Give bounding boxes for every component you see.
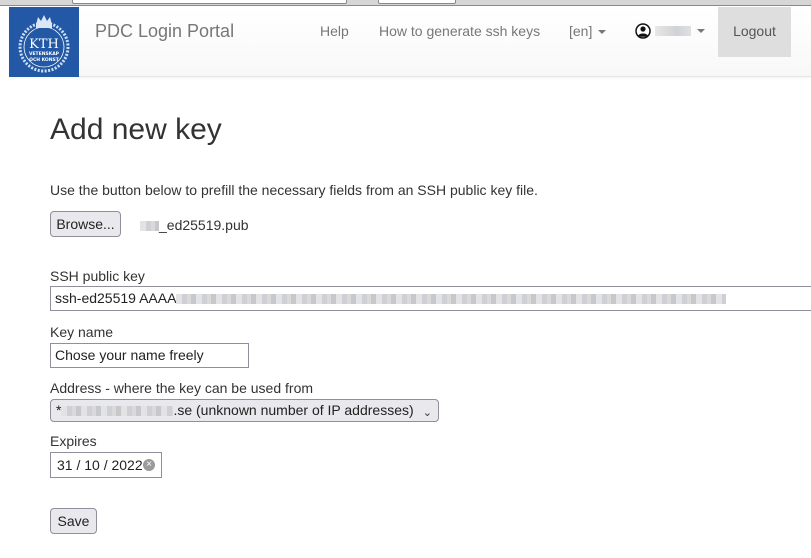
svg-text:KTH: KTH bbox=[29, 37, 59, 52]
file-name-suffix: _ed25519.pub bbox=[159, 217, 249, 233]
user-dropdown[interactable] bbox=[635, 22, 705, 40]
browser-address-field[interactable] bbox=[72, 0, 347, 4]
browser-search-field[interactable] bbox=[378, 0, 456, 4]
kth-logo-icon: KTH VETENSKAP OCH KONST bbox=[18, 15, 70, 73]
username-redacted bbox=[654, 26, 691, 37]
ssh-key-label: SSH public key bbox=[50, 268, 145, 284]
svg-text:VETENSKAP: VETENSKAP bbox=[29, 51, 60, 57]
svg-text:OCH KONST: OCH KONST bbox=[29, 57, 60, 63]
nav-link-generate-ssh-keys[interactable]: How to generate ssh keys bbox=[379, 23, 540, 39]
expires-date-input[interactable]: 31 / 10 / 2022 × bbox=[50, 452, 162, 478]
browser-toolbar-strip bbox=[0, 0, 811, 6]
chevron-down-icon: ⌄ bbox=[422, 407, 432, 419]
key-name-input[interactable]: Chose your name freely bbox=[50, 343, 249, 368]
ssh-key-redacted bbox=[176, 294, 727, 305]
caret-down-icon bbox=[598, 30, 607, 35]
language-label: [en] bbox=[569, 23, 593, 39]
address-label: Address - where the key can be used from bbox=[50, 380, 314, 396]
expires-label: Expires bbox=[50, 433, 97, 449]
clear-date-icon[interactable]: × bbox=[143, 459, 155, 471]
ssh-public-key-input[interactable]: ssh-ed25519 AAAA bbox=[50, 286, 811, 311]
page-title: Add new key bbox=[50, 113, 222, 146]
navbar: KTH VETENSKAP OCH KONST PDC Login Portal… bbox=[9, 7, 811, 77]
address-select[interactable]: * .se (unknown number of IP addresses) ⌄ bbox=[50, 399, 439, 422]
file-name-redacted bbox=[140, 221, 159, 232]
expires-date-value: 31 / 10 / 2022 bbox=[57, 457, 143, 473]
key-name-label: Key name bbox=[50, 324, 114, 340]
user-circle-icon bbox=[635, 23, 651, 40]
nav-link-help[interactable]: Help bbox=[320, 23, 349, 39]
browse-file-button[interactable]: Browse... bbox=[50, 211, 121, 237]
language-dropdown[interactable]: [en] bbox=[569, 23, 607, 39]
address-suffix: .se (unknown number of IP addresses) bbox=[173, 402, 414, 418]
selected-file-name: _ed25519.pub bbox=[140, 217, 249, 233]
save-button[interactable]: Save bbox=[50, 508, 97, 534]
kth-logo[interactable]: KTH VETENSKAP OCH KONST bbox=[9, 7, 79, 77]
caret-down-icon bbox=[696, 29, 705, 34]
brand-title[interactable]: PDC Login Portal bbox=[95, 21, 234, 42]
logout-button[interactable]: Logout bbox=[718, 7, 791, 57]
prefill-instructions: Use the button below to prefill the nece… bbox=[50, 182, 538, 198]
address-redacted bbox=[61, 406, 174, 417]
ssh-key-prefix: ssh-ed25519 AAAA bbox=[55, 290, 177, 306]
